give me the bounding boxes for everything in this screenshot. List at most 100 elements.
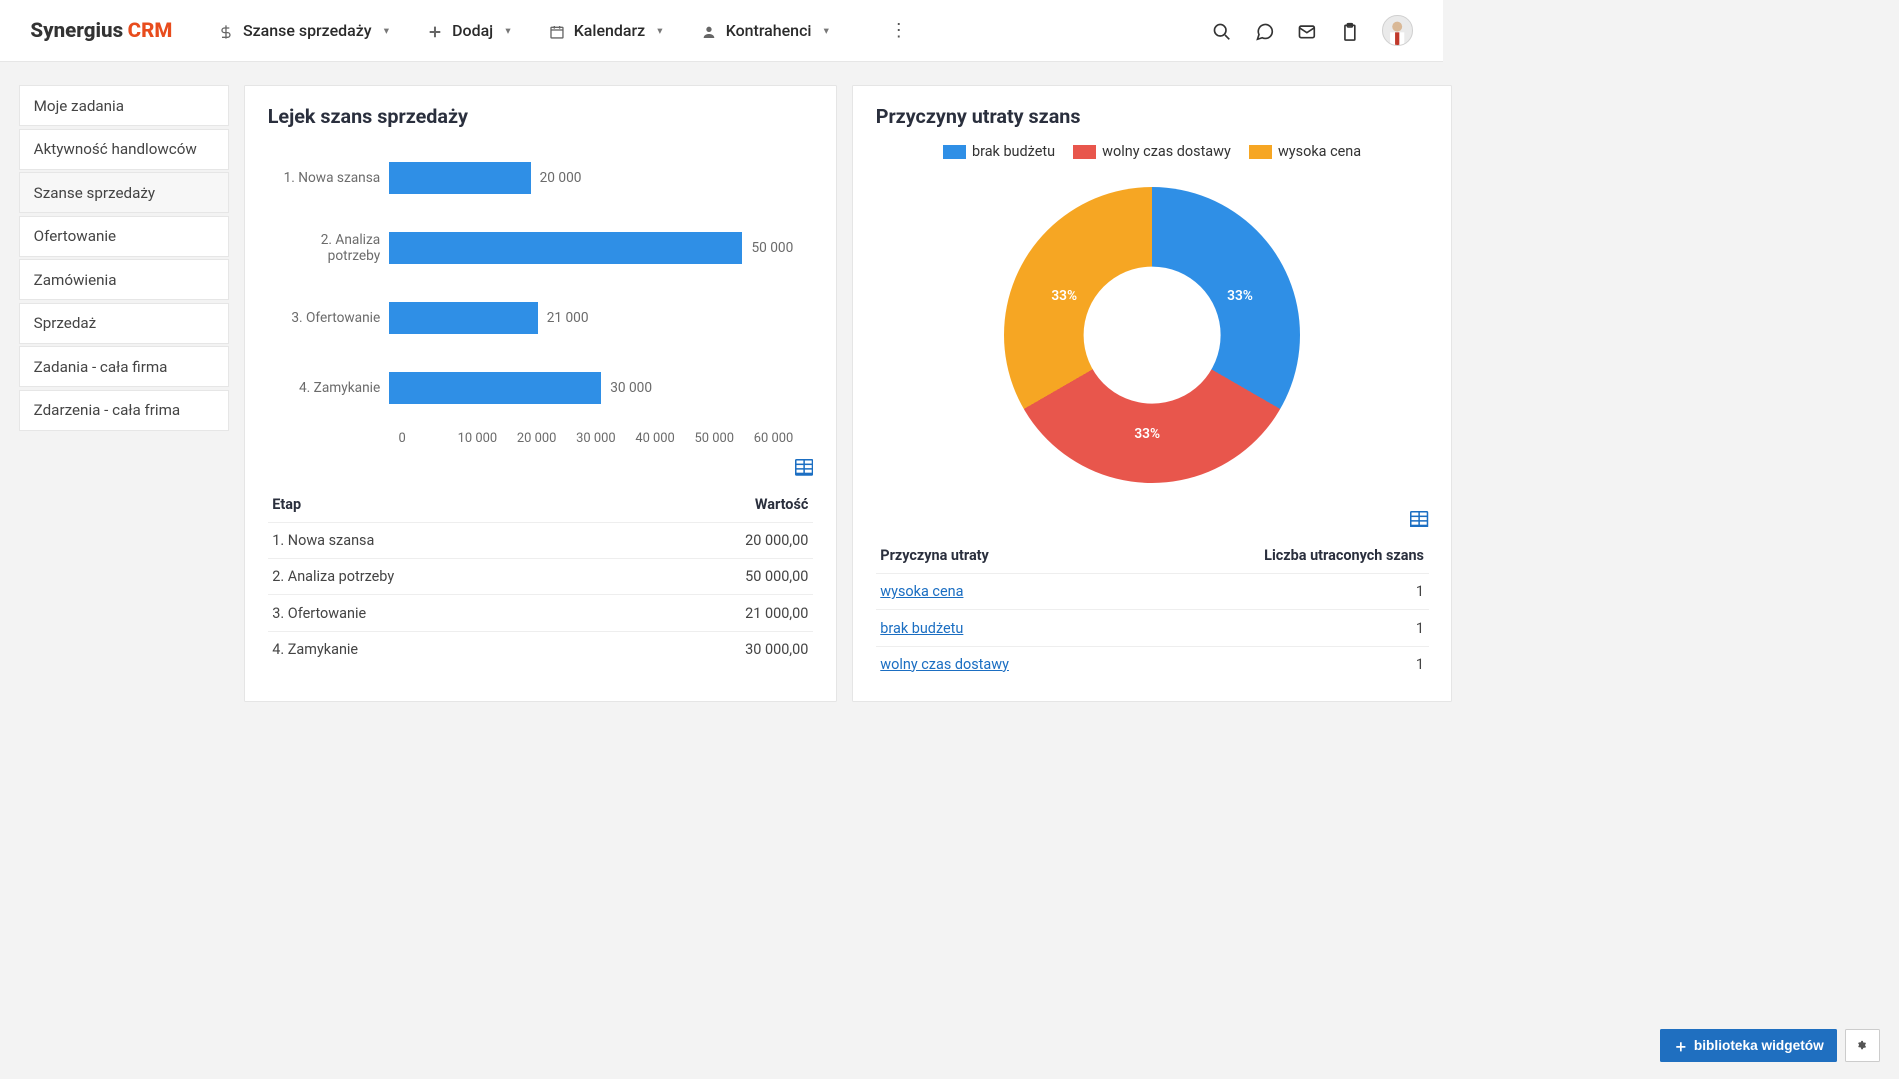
bar-category-label: 1. Nowa szansa [268,170,390,186]
cell-count: 1 [1124,610,1428,646]
table-icon [1410,511,1428,531]
donut-chart: 33% 33% 33% [876,172,1429,499]
user-avatar[interactable] [1382,15,1412,45]
mail-icon[interactable] [1297,19,1317,42]
bar-fill: 30 000 [389,372,601,404]
button-label: biblioteka widgetów [1694,1038,1824,1053]
table-row: 1. Nowa szansa20 000,00 [268,522,813,558]
calendar-icon [549,21,565,40]
legend-item[interactable]: wysoka cena [1249,143,1361,160]
table-row: 2. Analiza potrzeby50 000,00 [268,559,813,595]
slice-label-1: 33% [1227,288,1253,304]
table-row: wysoka cena 1 [876,574,1429,610]
sidebar-item[interactable]: Moje zadania [19,85,229,126]
bar-row: 4. Zamykanie30 000 [268,353,813,423]
toggle-table-view[interactable] [876,511,1429,531]
funnel-bar-chart: 1. Nowa szansa20 0002. Analiza potrzeby5… [268,143,813,447]
chevron-down-icon: ▾ [384,24,389,37]
loss-data-table: Przyczyna utraty Liczba utraconych szans… [876,538,1429,682]
bar-category-label: 3. Ofertowanie [268,310,390,326]
nav-contractors[interactable]: Kontrahenci ▾ [701,21,829,40]
bar-category-label: 4. Zamykanie [268,380,390,396]
axis-tick: 0 [398,431,457,446]
col-value: Wartość [619,487,813,523]
search-icon[interactable] [1212,19,1232,42]
toggle-table-view[interactable] [268,459,813,479]
header-actions [1212,15,1413,45]
clipboard-icon[interactable] [1340,19,1360,42]
sidebar-item[interactable]: Zadania - cała firma [19,346,229,387]
reason-link[interactable]: brak budżetu [880,620,963,637]
nav-add[interactable]: Dodaj ▾ [427,21,511,40]
bar-row: 2. Analiza potrzeby50 000 [268,213,813,283]
table-icon [795,459,813,479]
chart-x-axis: 010 00020 00030 00040 00050 00060 000 [398,431,812,446]
legend-label: wysoka cena [1278,143,1361,160]
widget-title: Przyczyny utraty szans [876,105,1429,128]
bar-fill: 50 000 [389,232,742,264]
cell-reason: wysoka cena [876,574,1124,610]
sidebar-item[interactable]: Sprzedaż [19,303,229,344]
main-content: Moje zadaniaAktywność handlowcówSzanse s… [0,62,1443,724]
user-icon [701,21,717,40]
col-reason: Przyczyna utraty [876,538,1124,574]
legend-label: wolny czas dostawy [1102,143,1231,160]
bar-fill: 21 000 [389,302,537,334]
gear-icon [1857,1040,1867,1051]
sidebar-item[interactable]: Aktywność handlowców [19,129,229,170]
table-row: brak budżetu 1 [876,610,1429,646]
legend-swatch [1249,145,1272,159]
legend-swatch [943,145,966,159]
more-menu-button[interactable]: ⋮ [890,20,908,41]
reason-link[interactable]: wysoka cena [880,583,963,600]
nav-sales-opportunities[interactable]: Szanse sprzedaży ▾ [218,21,389,40]
sidebar-item[interactable]: Zamówienia [19,259,229,300]
cell-stage: 1. Nowa szansa [268,522,619,558]
nav-label: Szanse sprzedaży [243,21,372,40]
cell-reason: wolny czas dostawy [876,646,1124,682]
brand-main: Synergius [30,19,123,43]
cell-value: 20 000,00 [619,522,813,558]
donut-legend: brak budżetu wolny czas dostawy wysoka cen… [876,143,1429,160]
axis-tick: 20 000 [517,431,576,446]
cell-value: 21 000,00 [619,595,813,631]
col-count: Liczba utraconych szans [1124,538,1428,574]
legend-item[interactable]: brak budżetu [943,143,1055,160]
cell-stage: 3. Ofertowanie [268,595,619,631]
bar-value-label: 50 000 [751,240,793,256]
legend-label: brak budżetu [972,143,1055,160]
col-stage: Etap [268,487,619,523]
bar-row: 3. Ofertowanie21 000 [268,283,813,353]
sidebar-item[interactable]: Zdarzenia - cała frima [19,390,229,431]
cell-value: 30 000,00 [619,631,813,667]
legend-swatch [1073,145,1096,159]
plus-icon [427,21,443,40]
widget-sales-funnel: Lejek szans sprzedaży 1. Nowa szansa20 0… [244,85,837,702]
nav-calendar[interactable]: Kalendarz ▾ [549,21,663,40]
slice-label-2: 33% [1134,426,1160,442]
widget-library-button[interactable]: biblioteka widgetów [1660,1029,1837,1062]
sidebar-item[interactable]: Ofertowanie [19,216,229,257]
chevron-down-icon: ▾ [657,24,662,37]
bar-value-label: 30 000 [610,380,652,396]
cell-value: 50 000,00 [619,559,813,595]
nav-label: Kontrahenci [726,21,812,40]
reason-link[interactable]: wolny czas dostawy [880,656,1009,673]
chevron-down-icon: ▾ [824,24,829,37]
axis-tick: 50 000 [695,431,754,446]
nav-label: Dodaj [452,21,493,40]
app-header: Synergius CRM Szanse sprzedaży ▾ Dodaj ▾… [0,0,1443,62]
legend-item[interactable]: wolny czas dostawy [1073,143,1231,160]
settings-button[interactable] [1845,1029,1880,1062]
axis-tick: 10 000 [458,431,517,446]
table-row: 3. Ofertowanie21 000,00 [268,595,813,631]
bar-category-label: 2. Analiza potrzeby [268,232,390,264]
cell-count: 1 [1124,574,1428,610]
plus-icon [1674,1038,1688,1053]
sidebar-item[interactable]: Szanse sprzedaży [19,172,229,213]
cell-count: 1 [1124,646,1428,682]
table-row: 4. Zamykanie30 000,00 [268,631,813,667]
chat-icon[interactable] [1255,19,1275,42]
slice-label-3: 33% [1051,288,1077,304]
brand-accent: CRM [128,19,173,43]
